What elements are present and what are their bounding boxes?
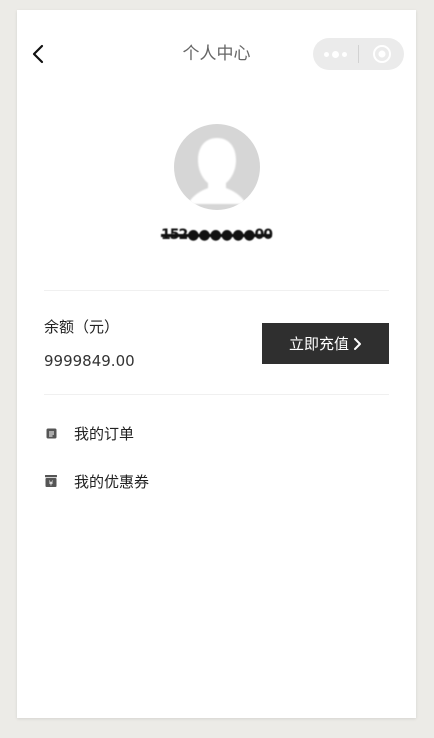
close-miniprogram-button[interactable] [359, 38, 404, 70]
more-button[interactable] [313, 38, 358, 70]
chevron-right-icon [354, 337, 361, 350]
svg-text:¥: ¥ [49, 479, 54, 487]
balance-value: 9999849.00 [44, 352, 135, 370]
divider-middle [44, 394, 389, 395]
phone-number-text: 152●●●●●●00 [160, 227, 273, 243]
avatar[interactable] [174, 124, 260, 210]
divider-top [44, 290, 389, 291]
menu-item-orders[interactable]: 我的订单 [44, 418, 389, 448]
coupon-icon: ¥ [44, 474, 58, 488]
recharge-button[interactable]: 立即充值 [262, 323, 389, 364]
balance-label: 余额（元） [44, 318, 120, 336]
recharge-button-label: 立即充值 [288, 336, 349, 353]
phone-screen: 个人中心 152●●●●●●00 余额（元） 9999849.00 立即充值 我… [17, 10, 416, 718]
order-list-icon [44, 426, 58, 440]
menu-capsule [313, 38, 404, 70]
target-circle-icon [372, 45, 391, 63]
menu-item-coupons[interactable]: ¥ 我的优惠券 [44, 466, 389, 496]
menu-item-label: 我的订单 [74, 424, 135, 443]
phone-number: 152●●●●●●00 [17, 224, 416, 243]
navigation-bar: 个人中心 [17, 10, 416, 98]
menu-item-label: 我的优惠券 [74, 472, 150, 491]
user-avatar-icon [188, 138, 246, 204]
more-dots-icon [324, 50, 347, 58]
